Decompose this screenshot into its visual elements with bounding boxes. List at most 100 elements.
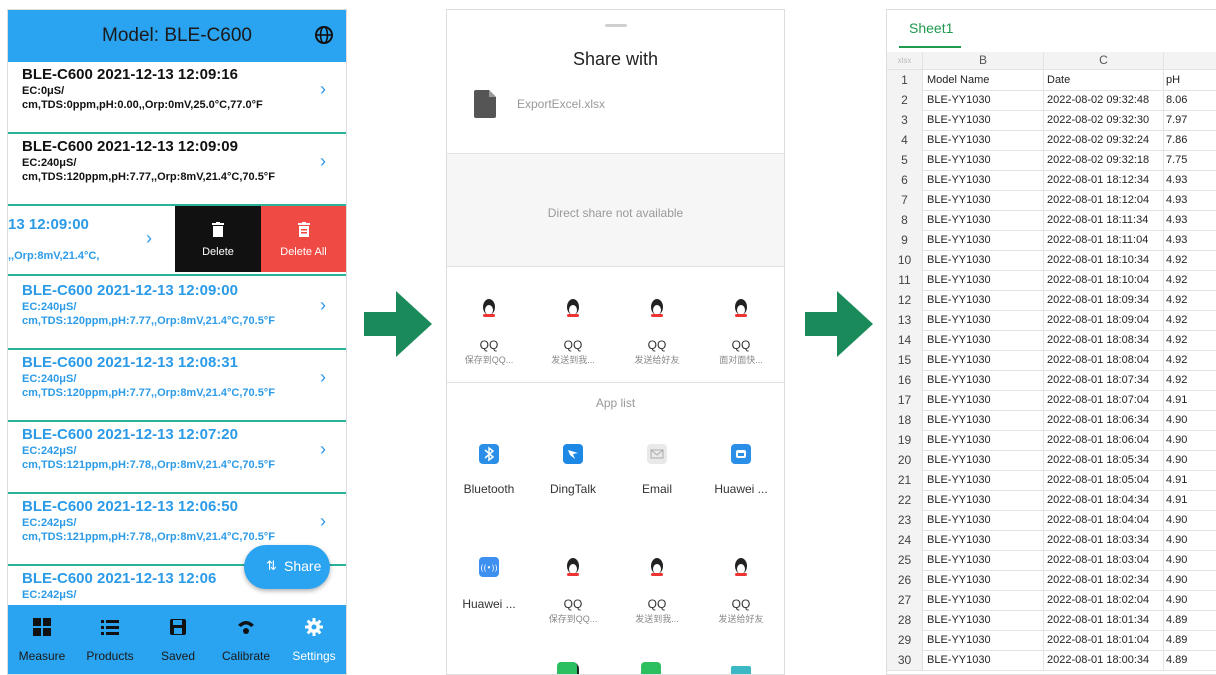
ph-cell[interactable]: 4.90	[1164, 410, 1216, 430]
row-number-cell[interactable]: 10	[887, 250, 923, 270]
swiped-record-item[interactable]: 13 12:09:00 ,,Orp:8mV,21.4°C, › Delete D…	[8, 206, 346, 272]
date-cell[interactable]: 2022-08-01 18:11:34	[1044, 210, 1164, 230]
date-cell[interactable]: 2022-08-01 18:10:34	[1044, 250, 1164, 270]
model-name-cell[interactable]: BLE-YY1030	[923, 310, 1044, 330]
row-number-cell[interactable]: 11	[887, 270, 923, 290]
date-cell[interactable]: 2022-08-01 18:09:34	[1044, 290, 1164, 310]
column-header[interactable]	[1164, 52, 1216, 69]
date-cell[interactable]: 2022-08-01 18:03:04	[1044, 550, 1164, 570]
share-target-qq[interactable]: QQ 面对面快...	[705, 298, 777, 368]
model-name-cell[interactable]: BLE-YY1030	[923, 210, 1044, 230]
ph-cell[interactable]: 7.97	[1164, 110, 1216, 130]
model-name-cell[interactable]: BLE-YY1030	[923, 150, 1044, 170]
row-number-cell[interactable]: 6	[887, 170, 923, 190]
model-name-cell[interactable]: BLE-YY1030	[923, 570, 1044, 590]
share-target-email[interactable]: Email	[621, 444, 693, 496]
ph-cell[interactable]: 4.89	[1164, 610, 1216, 630]
ph-cell[interactable]: 4.89	[1164, 630, 1216, 650]
model-name-cell[interactable]: BLE-YY1030	[923, 370, 1044, 390]
sheet-tab[interactable]: Sheet1	[909, 20, 953, 36]
ph-cell[interactable]: 4.90	[1164, 450, 1216, 470]
date-cell[interactable]: 2022-08-01 18:08:34	[1044, 330, 1164, 350]
ph-cell[interactable]: 8.06	[1164, 90, 1216, 110]
ph-cell[interactable]: 4.90	[1164, 590, 1216, 610]
share-target-qq[interactable]: QQ 发送给好友	[705, 557, 777, 624]
ph-cell[interactable]: 4.92	[1164, 290, 1216, 310]
ph-cell[interactable]: pH	[1164, 70, 1216, 90]
date-cell[interactable]: 2022-08-02 09:32:48	[1044, 90, 1164, 110]
record-item[interactable]: BLE-C600 2021-12-13 12:09:16 EC:0μS/ cm,…	[8, 62, 346, 134]
date-cell[interactable]: 2022-08-01 18:11:04	[1044, 230, 1164, 250]
date-cell[interactable]: 2022-08-01 18:10:04	[1044, 270, 1164, 290]
model-name-cell[interactable]: BLE-YY1030	[923, 90, 1044, 110]
model-name-cell[interactable]: BLE-YY1030	[923, 350, 1044, 370]
ph-cell[interactable]: 4.90	[1164, 550, 1216, 570]
model-name-cell[interactable]: BLE-YY1030	[923, 250, 1044, 270]
share-target-qq[interactable]: QQ 保存到QQ...	[453, 298, 525, 368]
globe-icon[interactable]	[314, 25, 334, 45]
nav-saved[interactable]: Saved	[144, 605, 212, 674]
corner-cell[interactable]: xlsx	[887, 52, 923, 69]
row-number-cell[interactable]: 21	[887, 470, 923, 490]
date-cell[interactable]: 2022-08-01 18:05:04	[1044, 470, 1164, 490]
date-cell[interactable]: 2022-08-01 18:07:34	[1044, 370, 1164, 390]
row-number-cell[interactable]: 19	[887, 430, 923, 450]
share-target-qq[interactable]: QQ 保存到QQ...	[537, 557, 609, 624]
record-item[interactable]: BLE-C600 2021-12-13 12:07:20 EC:242μS/ c…	[8, 422, 346, 494]
row-number-cell[interactable]: 16	[887, 370, 923, 390]
nav-products[interactable]: Products	[76, 605, 144, 674]
ph-cell[interactable]: 4.92	[1164, 250, 1216, 270]
date-cell[interactable]: 2022-08-01 18:07:04	[1044, 390, 1164, 410]
ph-cell[interactable]: 4.92	[1164, 270, 1216, 290]
model-name-cell[interactable]: BLE-YY1030	[923, 270, 1044, 290]
ph-cell[interactable]: 4.90	[1164, 510, 1216, 530]
date-cell[interactable]: 2022-08-01 18:06:04	[1044, 430, 1164, 450]
row-number-cell[interactable]: 2	[887, 90, 923, 110]
ph-cell[interactable]: 4.91	[1164, 390, 1216, 410]
model-name-cell[interactable]: BLE-YY1030	[923, 330, 1044, 350]
row-number-cell[interactable]: 1	[887, 70, 923, 90]
row-number-cell[interactable]: 23	[887, 510, 923, 530]
model-name-cell[interactable]: BLE-YY1030	[923, 510, 1044, 530]
date-cell[interactable]: 2022-08-02 09:32:30	[1044, 110, 1164, 130]
row-number-cell[interactable]: 5	[887, 150, 923, 170]
share-target-qq[interactable]: QQ 发送给好友	[621, 298, 693, 368]
share-target-qq[interactable]: QQ 发送到我...	[621, 557, 693, 624]
ph-cell[interactable]: 4.91	[1164, 470, 1216, 490]
model-name-cell[interactable]: Model Name	[923, 70, 1044, 90]
date-cell[interactable]: 2022-08-01 18:03:34	[1044, 530, 1164, 550]
row-number-cell[interactable]: 25	[887, 550, 923, 570]
column-header[interactable]: B	[923, 52, 1044, 69]
nav-measure[interactable]: Measure	[8, 605, 76, 674]
model-name-cell[interactable]: BLE-YY1030	[923, 590, 1044, 610]
model-name-cell[interactable]: BLE-YY1030	[923, 650, 1044, 670]
ph-cell[interactable]: 4.92	[1164, 370, 1216, 390]
ph-cell[interactable]: 4.92	[1164, 330, 1216, 350]
date-cell[interactable]: 2022-08-01 18:08:04	[1044, 350, 1164, 370]
model-name-cell[interactable]: BLE-YY1030	[923, 190, 1044, 210]
date-cell[interactable]: 2022-08-01 18:02:34	[1044, 570, 1164, 590]
row-number-cell[interactable]: 28	[887, 610, 923, 630]
row-number-cell[interactable]: 3	[887, 110, 923, 130]
row-number-cell[interactable]: 7	[887, 190, 923, 210]
date-cell[interactable]: 2022-08-01 18:02:04	[1044, 590, 1164, 610]
row-number-cell[interactable]: 15	[887, 350, 923, 370]
ph-cell[interactable]: 4.90	[1164, 430, 1216, 450]
share-target-huawei[interactable]: Huawei ...	[705, 444, 777, 496]
ph-cell[interactable]: 4.93	[1164, 210, 1216, 230]
record-item[interactable]: BLE-C600 2021-12-13 12:09:09 EC:240μS/ c…	[8, 134, 346, 206]
model-name-cell[interactable]: BLE-YY1030	[923, 630, 1044, 650]
ph-cell[interactable]: 4.92	[1164, 310, 1216, 330]
date-cell[interactable]: 2022-08-01 18:01:04	[1044, 630, 1164, 650]
row-number-cell[interactable]: 8	[887, 210, 923, 230]
model-name-cell[interactable]: BLE-YY1030	[923, 110, 1044, 130]
date-cell[interactable]: 2022-08-01 18:01:34	[1044, 610, 1164, 630]
date-cell[interactable]: 2022-08-02 09:32:24	[1044, 130, 1164, 150]
ph-cell[interactable]: 7.86	[1164, 130, 1216, 150]
nav-settings[interactable]: Settings	[280, 605, 346, 674]
delete-button[interactable]: Delete	[175, 206, 261, 272]
record-item[interactable]: BLE-C600 2021-12-13 12:08:31 EC:240μS/ c…	[8, 350, 346, 422]
delete-all-button[interactable]: Delete All	[261, 206, 346, 272]
row-number-cell[interactable]: 22	[887, 490, 923, 510]
model-name-cell[interactable]: BLE-YY1030	[923, 410, 1044, 430]
